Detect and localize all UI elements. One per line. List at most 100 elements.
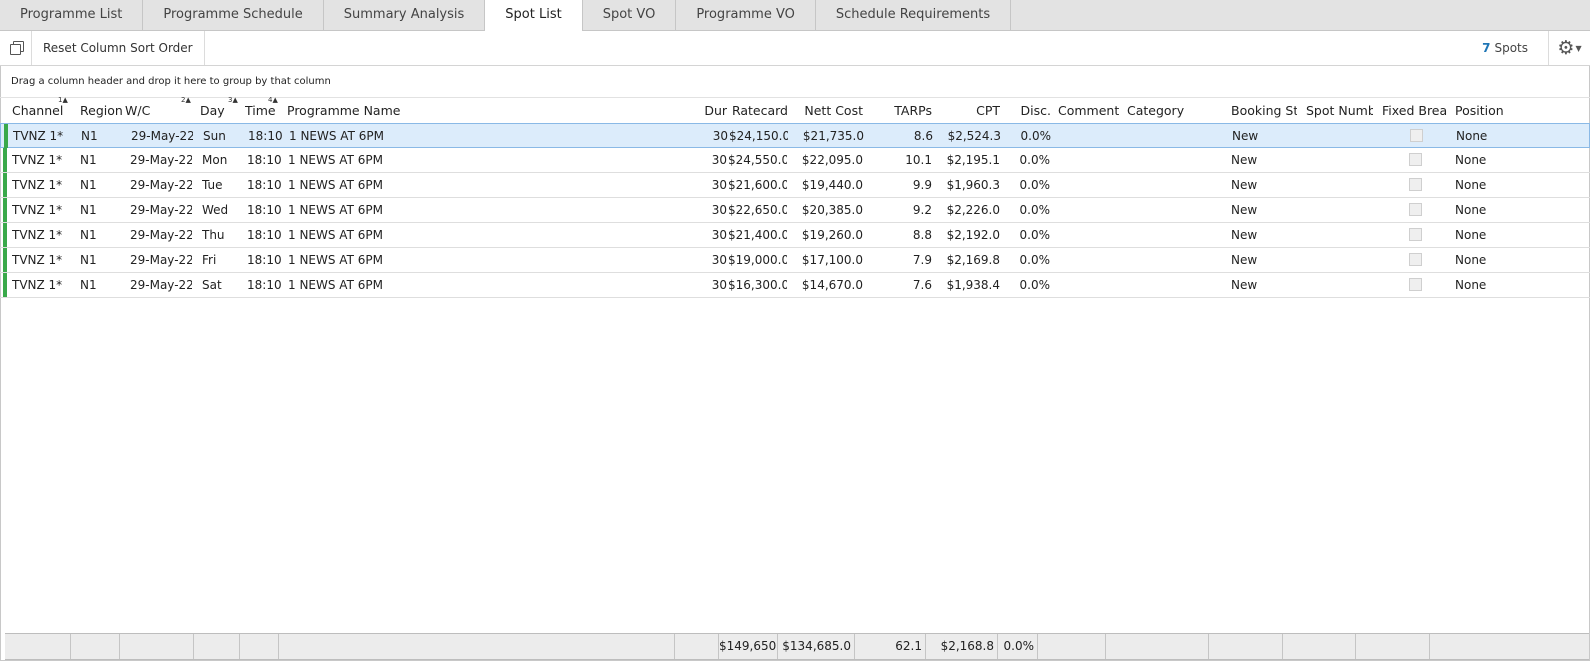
- cell-disc: 0.0%: [1019, 153, 1051, 167]
- sort-asc-icon: 4▲: [268, 96, 278, 104]
- cell-wc: 29-May-22: [130, 203, 192, 217]
- fixed-break-checkbox[interactable]: [1409, 278, 1422, 291]
- reset-column-sort-order-button[interactable]: Reset Column Sort Order: [32, 31, 205, 65]
- cell-position: None: [1455, 228, 1487, 242]
- cell-category: [1127, 223, 1225, 247]
- cell-time: 18:10: [247, 228, 282, 242]
- column-header-comment[interactable]: Comment: [1058, 98, 1122, 123]
- total-cell-empty: [194, 634, 240, 659]
- cell-comment: [1058, 198, 1122, 222]
- tab-programme-list[interactable]: Programme List: [0, 0, 144, 30]
- cell-cpt: $2,226.0: [946, 203, 1000, 217]
- tab-spot-vo[interactable]: Spot VO: [583, 0, 677, 30]
- cell-nett-cost: $20,385.0: [801, 203, 863, 217]
- cell-cpt: $1,960.3: [946, 178, 1000, 192]
- group-by-panel[interactable]: Drag a column header and drop it here to…: [0, 66, 1590, 98]
- column-header-disc[interactable]: Disc.: [1008, 98, 1051, 123]
- column-header-wc[interactable]: W/C: [125, 98, 185, 123]
- table-row[interactable]: TVNZ 1* N1 29-May-22 Sat 18:10 1 NEWS AT 6PM 3…: [0, 273, 1590, 298]
- cell-tarps: 8.6: [913, 129, 933, 143]
- cell-tarps: 9.9: [912, 178, 932, 192]
- column-header-ratecard[interactable]: Ratecard: [728, 98, 788, 123]
- tab-summary-analysis[interactable]: Summary Analysis: [324, 0, 486, 30]
- column-header-category[interactable]: Category: [1127, 98, 1225, 123]
- copy-icon-front: [10, 44, 21, 55]
- cell-cpt: $2,524.3: [947, 129, 1001, 143]
- table-row[interactable]: TVNZ 1* N1 29-May-22 Thu 18:10 1 NEWS AT 6PM 3…: [0, 223, 1590, 248]
- cell-ratecard: $22,650.0: [728, 203, 787, 217]
- tab-programme-vo[interactable]: Programme VO: [676, 0, 816, 30]
- column-header-booking-status[interactable]: Booking Stat: [1231, 98, 1297, 123]
- tab-bar: Programme List Programme Schedule Summar…: [0, 0, 1590, 31]
- cell-region: N1: [81, 129, 98, 143]
- cell-disc: 0.0%: [1020, 129, 1052, 143]
- cell-nett-cost: $19,440.0: [801, 178, 863, 192]
- table-row[interactable]: TVNZ 1* N1 29-May-22 Tue 18:10 1 NEWS AT 6PM 3…: [0, 173, 1590, 198]
- tab-schedule-requirements[interactable]: Schedule Requirements: [816, 0, 1012, 30]
- cell-nett-cost: $21,735.0: [802, 129, 864, 143]
- cell-nett-cost: $17,100.0: [801, 253, 863, 267]
- grid-body: TVNZ 1* N1 29-May-22 Sun 18:10 1 NEWS AT 6PM 3…: [0, 123, 1590, 298]
- total-cell-empty: [1356, 634, 1430, 659]
- cell-region: N1: [80, 178, 97, 192]
- cell-time: 18:10: [247, 153, 282, 167]
- cell-booking-status: New: [1231, 253, 1258, 267]
- tab-spot-list[interactable]: Spot List: [484, 0, 583, 31]
- total-cell-empty: [120, 634, 194, 659]
- cell-day: Fri: [202, 253, 217, 267]
- column-header-spot-number[interactable]: Spot Numbe: [1306, 98, 1373, 123]
- cell-comment: [1058, 223, 1122, 247]
- fixed-break-checkbox[interactable]: [1409, 203, 1422, 216]
- column-header-cpt[interactable]: CPT: [940, 98, 1000, 123]
- cell-cpt: $2,192.0: [946, 228, 1000, 242]
- cell-tarps: 7.6: [912, 278, 932, 292]
- column-header-nett-cost[interactable]: Nett Cost: [795, 98, 863, 123]
- cell-position: None: [1455, 278, 1487, 292]
- copy-button[interactable]: [2, 31, 32, 65]
- cell-cpt: $2,195.1: [946, 153, 1000, 167]
- cell-spot-number: [1306, 148, 1373, 172]
- cell-position: None: [1455, 253, 1487, 267]
- cell-wc: 29-May-22: [130, 228, 192, 242]
- cell-spot-number: [1307, 124, 1374, 148]
- cell-ratecard: $24,550.0: [728, 153, 787, 167]
- cell-region: N1: [80, 228, 97, 242]
- table-row[interactable]: TVNZ 1* N1 29-May-22 Sun 18:10 1 NEWS AT 6PM 3…: [0, 123, 1590, 148]
- column-header-dur[interactable]: Dur: [690, 98, 727, 123]
- fixed-break-checkbox[interactable]: [1409, 153, 1422, 166]
- row-status-marker: [3, 273, 7, 297]
- cell-spot-number: [1306, 198, 1373, 222]
- fixed-break-checkbox[interactable]: [1409, 178, 1422, 191]
- tab-programme-schedule[interactable]: Programme Schedule: [143, 0, 324, 30]
- total-cell-empty: [1209, 634, 1283, 659]
- spot-count: 7 Spots: [1482, 31, 1528, 65]
- total-cell-empty: [71, 634, 120, 659]
- fixed-break-checkbox[interactable]: [1409, 228, 1422, 241]
- column-header-fixed-break[interactable]: Fixed Break: [1382, 98, 1448, 123]
- cell-tarps: 7.9: [912, 253, 932, 267]
- cell-time: 18:10: [247, 178, 282, 192]
- cell-disc: 0.0%: [1019, 253, 1051, 267]
- cell-wc: 29-May-22: [130, 278, 192, 292]
- column-header-region[interactable]: Region: [80, 98, 124, 123]
- cell-category: [1127, 198, 1225, 222]
- cell-day: Sun: [203, 129, 226, 143]
- cell-region: N1: [80, 278, 97, 292]
- column-header-tarps[interactable]: TARPs: [872, 98, 932, 123]
- cell-ratecard: $21,600.0: [728, 178, 787, 192]
- table-row[interactable]: TVNZ 1* N1 29-May-22 Wed 18:10 1 NEWS AT 6PM 3…: [0, 198, 1590, 223]
- column-header-day[interactable]: Day: [200, 98, 230, 123]
- cell-programme-name: 1 NEWS AT 6PM: [288, 278, 383, 292]
- cell-region: N1: [80, 203, 97, 217]
- fixed-break-checkbox[interactable]: [1410, 129, 1423, 142]
- settings-button[interactable]: ⚙▼: [1548, 31, 1590, 65]
- cell-day: Tue: [202, 178, 223, 192]
- fixed-break-checkbox[interactable]: [1409, 253, 1422, 266]
- toolbar: Reset Column Sort Order 7 Spots ⚙▼: [0, 31, 1590, 66]
- cell-nett-cost: $22,095.0: [801, 153, 863, 167]
- cell-wc: 29-May-22: [131, 129, 193, 143]
- column-header-programme-name[interactable]: Programme Name: [287, 98, 587, 123]
- column-header-position[interactable]: Position: [1455, 98, 1535, 123]
- table-row[interactable]: TVNZ 1* N1 29-May-22 Fri 18:10 1 NEWS AT 6PM 3…: [0, 248, 1590, 273]
- table-row[interactable]: TVNZ 1* N1 29-May-22 Mon 18:10 1 NEWS AT 6PM 3…: [0, 148, 1590, 173]
